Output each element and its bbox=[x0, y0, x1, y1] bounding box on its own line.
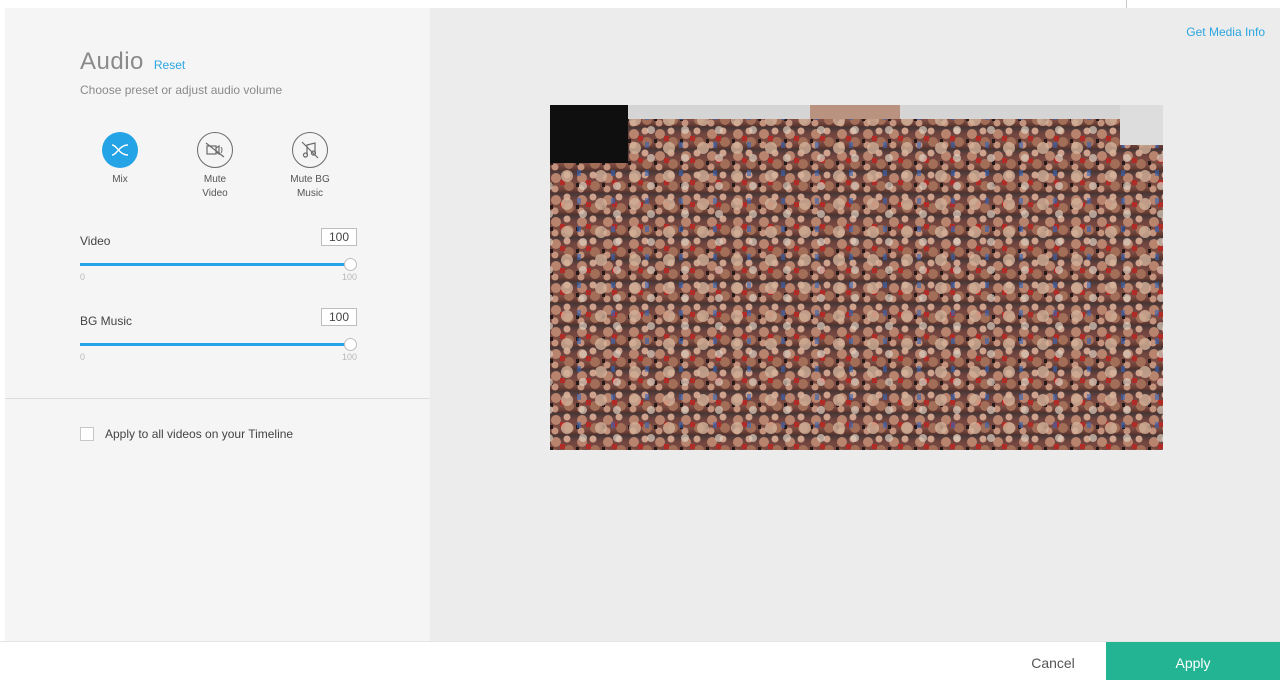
reset-link[interactable]: Reset bbox=[154, 58, 185, 72]
dialog-footer: Cancel Apply bbox=[0, 641, 1280, 680]
preset-mute-bg-label-2: Music bbox=[296, 188, 324, 199]
video-volume-min: 0 bbox=[80, 272, 86, 282]
bg-music-volume-max: 100 bbox=[341, 352, 357, 362]
preset-mute-bg-label-1: Mute BG bbox=[290, 174, 330, 185]
audio-subtitle: Choose preset or adjust audio volume bbox=[80, 83, 283, 97]
audio-editor-dialog: Audio Reset Choose preset or adjust audi… bbox=[0, 0, 1280, 680]
video-volume-control: Video 100 0 100 bbox=[80, 228, 357, 284]
video-volume-input[interactable]: 100 bbox=[321, 228, 357, 246]
mix-icon bbox=[102, 132, 138, 168]
apply-all-checkbox[interactable] bbox=[80, 427, 94, 441]
page-title: Audio bbox=[80, 48, 144, 75]
slider-fill bbox=[80, 343, 350, 346]
bg-music-volume-slider[interactable] bbox=[80, 338, 357, 352]
video-preview[interactable] bbox=[550, 105, 1163, 450]
preset-mute-video-button[interactable]: Mute Video bbox=[175, 132, 255, 201]
get-media-info-link[interactable]: Get Media Info bbox=[1186, 25, 1265, 39]
panel-divider bbox=[5, 398, 430, 399]
bg-music-volume-input[interactable]: 100 bbox=[321, 308, 357, 326]
bg-music-volume-label: BG Music bbox=[80, 314, 133, 328]
preview-panel: Get Media Info bbox=[430, 8, 1280, 641]
top-separator bbox=[1126, 0, 1127, 8]
slider-thumb[interactable] bbox=[344, 338, 357, 351]
mute-music-icon bbox=[292, 132, 328, 168]
preset-mute-video-label-1: Mute bbox=[203, 174, 227, 185]
preset-mute-bg-music-button[interactable]: Mute BG Music bbox=[270, 132, 350, 201]
preset-mute-video-label-2: Video bbox=[202, 188, 228, 199]
preset-mix-button[interactable]: Mix bbox=[80, 132, 160, 187]
apply-all-label: Apply to all videos on your Timeline bbox=[105, 427, 294, 441]
slider-thumb[interactable] bbox=[344, 258, 357, 271]
preset-mix-label: Mix bbox=[112, 174, 128, 185]
cancel-button[interactable]: Cancel bbox=[1010, 642, 1096, 680]
bg-music-volume-min: 0 bbox=[80, 352, 86, 362]
apply-button[interactable]: Apply bbox=[1106, 642, 1280, 680]
bg-music-volume-control: BG Music 100 0 100 bbox=[80, 308, 357, 364]
mute-video-icon bbox=[197, 132, 233, 168]
audio-presets: Mix Mute Video Mute BG Music bbox=[80, 132, 350, 212]
audio-settings-panel: Audio Reset Choose preset or adjust audi… bbox=[5, 8, 430, 641]
audio-header: Audio Reset bbox=[80, 48, 185, 76]
video-volume-label: Video bbox=[80, 234, 111, 248]
video-volume-max: 100 bbox=[341, 272, 357, 282]
video-volume-slider[interactable] bbox=[80, 258, 357, 272]
slider-fill bbox=[80, 263, 350, 266]
crowd-image bbox=[550, 105, 1163, 450]
apply-all-option[interactable]: Apply to all videos on your Timeline bbox=[80, 427, 293, 441]
